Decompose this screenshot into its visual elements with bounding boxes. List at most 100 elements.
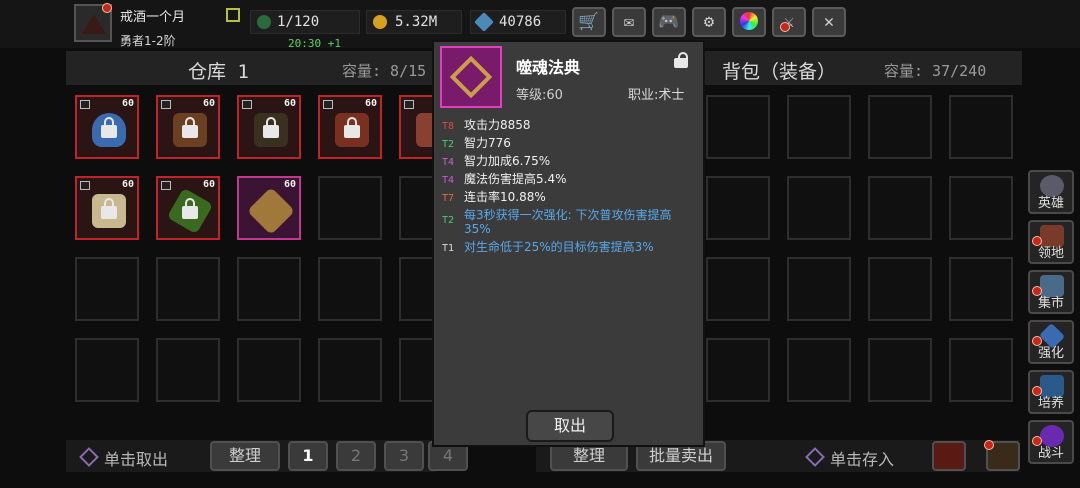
backpack-slot[interactable] (949, 257, 1013, 321)
item-class: 职业:术士 (628, 88, 685, 103)
warehouse-slot-4[interactable]: 60 (318, 95, 382, 159)
attribute-row: T8 攻击力8858 (442, 118, 697, 134)
item-detail-popup: 噬魂法典 等级:60 职业:术士 T8 攻击力8858 T2 智力776 T4 智力加… (432, 40, 705, 447)
warehouse-grid: 60 60 60 60 60 60 60 60 (75, 95, 463, 402)
shop-button[interactable]: 🛒 (572, 7, 606, 37)
backpack-slot[interactable] (706, 176, 770, 240)
gold-coin-icon (373, 15, 387, 29)
warehouse-slot-1[interactable]: 60 (75, 95, 139, 159)
energy-counter[interactable]: 1/120 (250, 10, 360, 34)
take-out-button[interactable]: 取出 (526, 410, 614, 442)
lock-badge-icon (242, 100, 252, 109)
color-wheel-icon (740, 12, 758, 30)
attribute-text: 连击率10.88% (464, 190, 546, 204)
warehouse-slot-empty[interactable] (318, 257, 382, 321)
gold-counter[interactable]: 5.32M (366, 10, 462, 34)
mail-button[interactable]: ✉ (612, 7, 646, 37)
warehouse-page-3[interactable]: 3 (384, 441, 424, 471)
warehouse-page-2[interactable]: 2 (336, 441, 376, 471)
battle-button[interactable]: ⚔ (772, 7, 806, 37)
diamond-icon (805, 447, 825, 467)
warehouse-slot-3[interactable]: 60 (237, 95, 301, 159)
backpack-slot[interactable] (868, 176, 932, 240)
backpack-slot[interactable] (787, 95, 851, 159)
sidebar-hero-button[interactable]: 英雄 (1028, 170, 1074, 214)
padlock-icon (182, 117, 198, 138)
tier-label: T4 (442, 157, 455, 168)
edit-icon[interactable] (226, 8, 240, 22)
attribute-text: 智力776 (464, 136, 511, 150)
enhance-alert-icon (1032, 336, 1042, 346)
backpack-slot[interactable] (706, 338, 770, 402)
lock-badge-icon (323, 100, 333, 109)
attribute-row: T7 连击率10.88% (442, 190, 697, 206)
item-level: 60 (121, 98, 134, 109)
lightning-icon (257, 15, 271, 29)
backpack-slot[interactable] (949, 338, 1013, 402)
gem-value: 40786 (499, 14, 542, 30)
gem-counter[interactable]: 40786 (470, 10, 566, 34)
warehouse-slot-empty[interactable] (75, 257, 139, 321)
tier-label: T2 (442, 215, 455, 226)
item-level: 60 (283, 98, 296, 109)
warehouse-slot-empty[interactable] (237, 257, 301, 321)
lock-badge-icon (80, 181, 90, 190)
armor-filter-button[interactable] (932, 441, 966, 471)
warehouse-capacity: 容量: 8/15 (342, 62, 427, 80)
color-button[interactable] (732, 7, 766, 37)
attribute-text: 智力加成6.75% (464, 154, 551, 168)
tier-label: T8 (442, 121, 455, 132)
battle-side-alert-icon (1032, 436, 1042, 446)
attribute-row: T2 智力776 (442, 136, 697, 152)
padlock-icon (101, 198, 117, 219)
backpack-slot[interactable] (787, 176, 851, 240)
sidebar-label: 英雄 (1037, 196, 1064, 211)
warehouse-slot-2[interactable]: 60 (156, 95, 220, 159)
wizard-hat-icon (82, 14, 106, 34)
shop-cart-icon: 🛒 (578, 12, 600, 32)
lock-badge-icon (80, 100, 90, 109)
unlock-icon[interactable] (672, 52, 690, 68)
backpack-slot[interactable] (868, 338, 932, 402)
tier-label: T2 (442, 139, 455, 150)
gold-value: 5.32M (395, 14, 438, 30)
lock-badge-icon (404, 100, 414, 109)
padlock-icon (344, 117, 360, 138)
backpack-slot[interactable] (787, 338, 851, 402)
backpack-slot[interactable] (949, 176, 1013, 240)
warehouse-sort-button[interactable]: 整理 (210, 441, 280, 471)
warehouse-slot-empty[interactable] (318, 176, 382, 240)
energy-timer: 20:30 +1 (288, 37, 341, 50)
padlock-icon (101, 117, 117, 138)
gamepad-button[interactable]: 🎮 (652, 7, 686, 37)
lock-badge-icon (161, 181, 171, 190)
tome-item-icon (246, 186, 296, 236)
take-out-hint: 单击取出 (79, 446, 168, 470)
tools-button[interactable]: ✕ (812, 7, 846, 37)
attribute-text: 对生命低于25%的目标伤害提高3% (464, 240, 654, 254)
item-name: 噬魂法典 (516, 58, 581, 77)
settings-button[interactable]: ⚙ (692, 7, 726, 37)
warehouse-slot-empty[interactable] (156, 257, 220, 321)
notification-badge-icon (102, 3, 112, 13)
tier-label: T4 (442, 175, 455, 186)
warehouse-slot-empty[interactable] (75, 338, 139, 402)
backpack-slot[interactable] (868, 95, 932, 159)
boot-alert-icon (984, 440, 994, 450)
warehouse-slot-empty[interactable] (156, 338, 220, 402)
tools-crossed-icon: ✕ (823, 12, 835, 32)
item-level: 60 (364, 98, 377, 109)
backpack-slot[interactable] (949, 95, 1013, 159)
backpack-slot[interactable] (706, 257, 770, 321)
backpack-slot[interactable] (706, 95, 770, 159)
warehouse-slot-empty[interactable] (318, 338, 382, 402)
warehouse-slot-empty[interactable] (237, 338, 301, 402)
attribute-text: 每3秒获得一次强化: 下次普攻伤害提高35% (464, 208, 672, 236)
backpack-grid (706, 95, 1013, 402)
backpack-slot[interactable] (868, 257, 932, 321)
warehouse-slot-6[interactable]: 60 (75, 176, 139, 240)
warehouse-slot-8[interactable]: 60 (237, 176, 301, 240)
backpack-slot[interactable] (787, 257, 851, 321)
warehouse-page-1[interactable]: 1 (288, 441, 328, 471)
warehouse-slot-7[interactable]: 60 (156, 176, 220, 240)
